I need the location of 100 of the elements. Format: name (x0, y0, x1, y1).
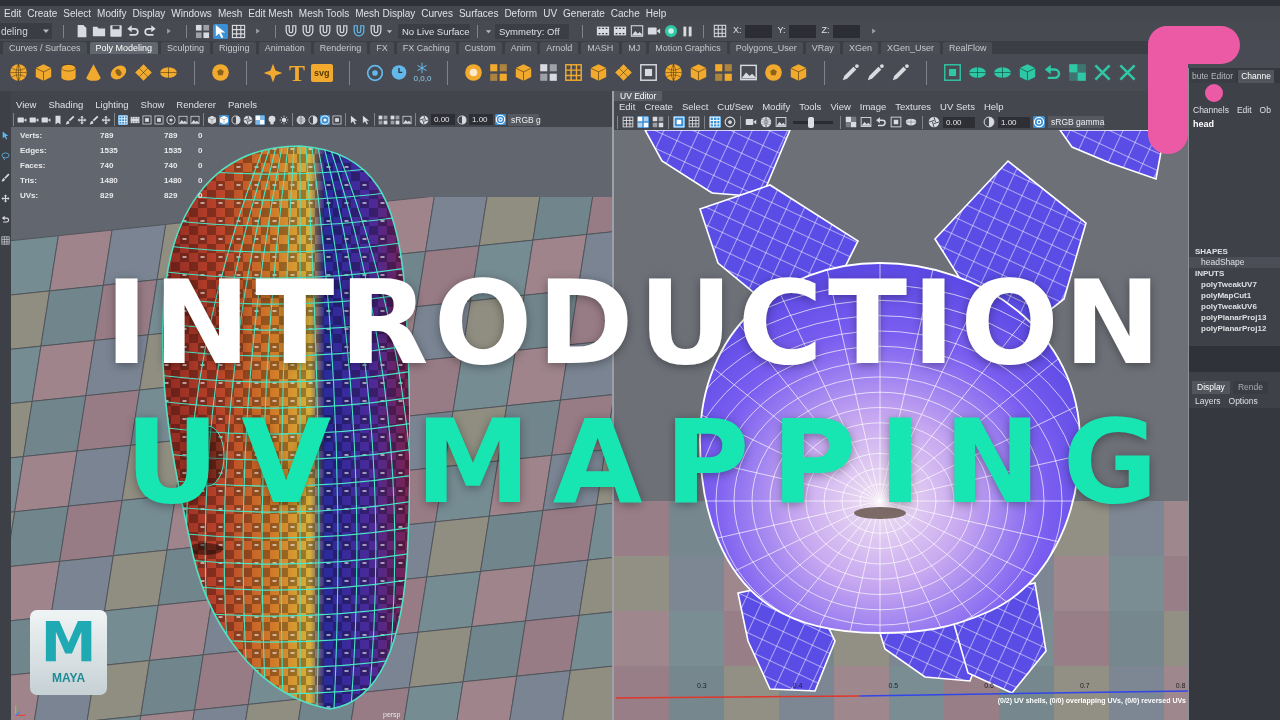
target-icon[interactable] (365, 63, 384, 82)
grid-icon[interactable] (713, 24, 727, 38)
target-icon[interactable] (166, 114, 176, 125)
undo-icon[interactable] (875, 116, 887, 128)
menu-item[interactable]: View (830, 100, 851, 115)
menu-item[interactable]: Layers (1195, 394, 1221, 408)
menu-item[interactable]: Shading (48, 98, 84, 113)
half-circle-icon[interactable] (457, 114, 467, 125)
move-icon[interactable] (1, 194, 10, 203)
image-icon[interactable] (190, 114, 200, 125)
menu-item[interactable]: Help (983, 100, 1004, 115)
undo-icon[interactable] (1, 215, 10, 224)
square-icon[interactable] (890, 116, 902, 128)
image-icon[interactable] (630, 24, 644, 38)
blocks-icon[interactable] (539, 63, 559, 82)
film-icon[interactable] (596, 24, 610, 38)
camera-icon[interactable] (745, 116, 757, 128)
shelf-tab[interactable]: MASH (581, 42, 620, 54)
pencil-icon[interactable] (841, 63, 861, 82)
square-icon[interactable] (154, 114, 164, 125)
blocks-icon[interactable] (195, 23, 210, 39)
shelf-tab[interactable]: Rigging (213, 42, 256, 54)
menu-item[interactable]: Mesh Display (355, 6, 416, 21)
menu-item[interactable]: Edit (619, 100, 636, 115)
move-icon[interactable] (77, 114, 87, 125)
menu-item[interactable]: Edit Mesh (248, 6, 293, 21)
menu-item[interactable]: Show (140, 98, 165, 113)
sphere-icon[interactable] (296, 114, 306, 125)
blocks-icon[interactable] (652, 116, 664, 128)
menu-item[interactable]: Display (132, 6, 166, 21)
shelf-tab[interactable]: Custom (458, 42, 502, 54)
menu-item[interactable]: Tools (799, 100, 822, 115)
shelf-tab[interactable]: XGen (842, 42, 878, 54)
cone-icon[interactable] (84, 63, 103, 82)
shelf-tab[interactable]: FX Caching (396, 42, 456, 54)
grid-icon[interactable] (231, 23, 246, 39)
aperture-icon[interactable] (419, 114, 429, 125)
sphere-icon[interactable] (760, 116, 772, 128)
brush-icon[interactable] (1, 173, 10, 182)
pencil-icon[interactable] (891, 63, 911, 82)
menu-item[interactable]: Edit (4, 6, 22, 21)
menu-item[interactable]: UV Sets (940, 100, 975, 115)
cross-icon[interactable] (1093, 63, 1113, 82)
magnet-icon[interactable] (369, 24, 383, 38)
triangle-icon[interactable] (870, 28, 877, 34)
type-tool-button[interactable]: T (289, 60, 305, 85)
grid-icon[interactable] (688, 116, 700, 128)
menu-item[interactable]: Select (681, 100, 709, 115)
shelf-tab[interactable]: Animation (258, 42, 311, 54)
menu-item[interactable]: Cut/Sew (717, 100, 754, 115)
blocks-icon[interactable] (714, 63, 734, 82)
menu-item[interactable]: Deform (504, 6, 538, 21)
shelf-tab[interactable]: Poly Modeling (89, 42, 159, 54)
blocks-icon[interactable] (390, 114, 400, 125)
aperture-icon[interactable] (243, 114, 253, 125)
diamond-icon[interactable] (134, 63, 153, 82)
shelf-tab[interactable]: FX (370, 42, 394, 54)
lasso-icon[interactable] (1, 152, 10, 161)
pencil-icon[interactable] (866, 63, 886, 82)
clock-icon[interactable] (389, 63, 408, 82)
menu-item[interactable]: Create (27, 6, 58, 21)
mode-dropdown[interactable]: deling (0, 23, 52, 39)
ring-icon[interactable] (495, 114, 506, 125)
input-node[interactable]: polyTweakUV6 (1189, 301, 1257, 312)
checker-icon[interactable] (255, 114, 265, 125)
menu-item[interactable]: Mesh (217, 6, 243, 21)
cylinder-icon[interactable] (59, 63, 78, 82)
color-space-dropdown[interactable]: sRGB gamma (1048, 116, 1104, 128)
menu-item[interactable]: Windows (171, 6, 212, 21)
image-icon[interactable] (775, 116, 787, 128)
input-node[interactable]: polyPlanarProj13 (1189, 312, 1267, 323)
menu-item[interactable]: Curves (421, 6, 453, 21)
cube-icon[interactable] (34, 63, 53, 82)
triangle-icon[interactable] (255, 28, 261, 34)
cube-icon[interactable] (514, 63, 534, 82)
menu-item[interactable]: Edit (1236, 103, 1252, 117)
ring-icon[interactable] (1033, 116, 1045, 128)
menu-item[interactable]: Cache (610, 6, 640, 21)
menu-item[interactable]: Generate (563, 6, 605, 21)
shelf-tab[interactable]: Motion Graphics (649, 42, 727, 54)
panel-tab[interactable]: Rende (1232, 381, 1268, 394)
menu-item[interactable]: Options (1228, 394, 1258, 408)
cube-icon[interactable] (219, 114, 229, 125)
ball-icon[interactable] (764, 63, 784, 82)
torus-icon[interactable] (109, 63, 128, 82)
menu-item[interactable]: Textures (895, 100, 932, 115)
svg-tool-button[interactable]: svg (311, 63, 333, 82)
circle-icon[interactable] (464, 63, 484, 82)
magnet-icon[interactable] (284, 24, 298, 38)
magnet-icon[interactable] (335, 24, 349, 38)
input-node[interactable]: polyMapCut1 (1189, 290, 1252, 301)
sphere-icon[interactable] (664, 63, 684, 82)
exposure-field[interactable]: 0.00 (943, 116, 975, 128)
pointer-icon[interactable] (349, 114, 359, 125)
save-icon[interactable] (109, 24, 123, 38)
cube-icon[interactable] (689, 63, 709, 82)
shelf-tab[interactable]: Curves / Surfaces (3, 42, 87, 54)
pointer-icon[interactable] (361, 114, 371, 125)
shelf-tab[interactable]: RealFlow (942, 42, 993, 54)
grid-icon[interactable] (622, 116, 634, 128)
